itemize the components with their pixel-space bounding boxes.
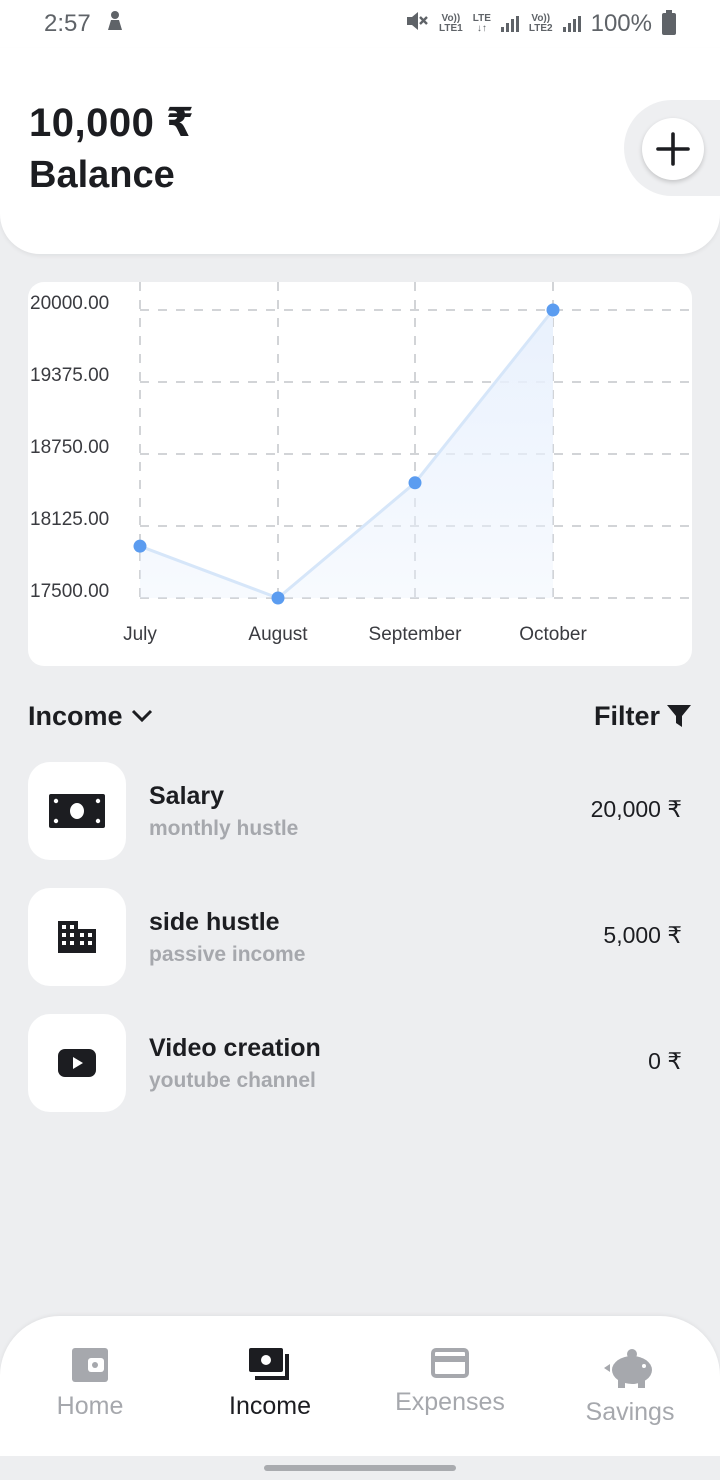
- item-amount: 0 ₹: [648, 1048, 682, 1074]
- item-amount: 5,000 ₹: [603, 922, 682, 948]
- item-title: Video creation: [149, 1033, 321, 1062]
- lte-label-bottom: ↓↑: [476, 23, 487, 34]
- y-tick-label: 17500.00: [30, 581, 109, 602]
- nav-savings[interactable]: Savings: [540, 1316, 720, 1456]
- bottom-navigation: Home Income Expenses Savings: [0, 1316, 720, 1456]
- item-icon-box: [28, 762, 126, 860]
- credit-card-icon: [431, 1348, 469, 1378]
- y-tick-label: 19375.00: [30, 365, 109, 386]
- y-tick-label: 20000.00: [30, 293, 109, 314]
- sim2-label-bottom: LTE2: [528, 23, 553, 34]
- add-tab: [624, 100, 720, 196]
- banknote-icon: [49, 794, 105, 828]
- plus-icon: [656, 132, 690, 166]
- category-dropdown[interactable]: Income: [28, 701, 153, 732]
- item-icon-box: [28, 888, 126, 986]
- add-button[interactable]: [642, 118, 704, 180]
- nav-income[interactable]: Income: [180, 1316, 360, 1456]
- data-point: [408, 476, 422, 490]
- item-icon-box: [28, 1014, 126, 1112]
- item-text: Salary monthly hustle: [149, 782, 298, 841]
- signal-sim1-icon: [500, 16, 519, 32]
- balance-card: 10,000 ₹ Balance: [0, 48, 720, 254]
- income-list: Salary monthly hustle 20,000 ₹ side hust…: [28, 762, 692, 1140]
- category-dropdown-label: Income: [28, 700, 123, 731]
- income-item-salary[interactable]: Salary monthly hustle 20,000 ₹: [28, 762, 692, 860]
- nav-expenses[interactable]: Expenses: [360, 1316, 540, 1456]
- mute-icon: [405, 10, 429, 39]
- x-tick-label: July: [123, 624, 157, 645]
- nav-home[interactable]: Home: [0, 1316, 180, 1456]
- status-bar: 2:57 Vo)) LTE1 LTE ↓↑ Vo)) LTE2 100%: [0, 0, 720, 48]
- x-tick-label: October: [519, 624, 587, 645]
- nav-label: Home: [56, 1392, 124, 1420]
- data-point: [546, 303, 560, 317]
- battery-icon: [662, 10, 676, 35]
- x-tick-label: August: [248, 624, 308, 645]
- chevron-down-icon: [131, 709, 152, 723]
- income-item-video-creation[interactable]: Video creation youtube channel 0 ₹: [28, 1014, 692, 1112]
- item-title: side hustle: [149, 907, 280, 936]
- section-header: Income Filter: [28, 696, 692, 736]
- nav-label: Income: [229, 1392, 311, 1420]
- notification-icon: [105, 10, 125, 39]
- status-right: Vo)) LTE1 LTE ↓↑ Vo)) LTE2 100%: [405, 10, 676, 39]
- item-subtitle: monthly hustle: [149, 816, 299, 840]
- wallet-icon: [72, 1348, 108, 1382]
- income-chart-card: 20000.00 19375.00 18750.00 18125.00 17500.00…: [28, 282, 692, 666]
- gesture-handle[interactable]: [264, 1465, 456, 1471]
- data-point: [271, 591, 285, 605]
- lte-label: LTE ↓↑: [473, 14, 491, 34]
- nav-label: Expenses: [395, 1388, 505, 1416]
- piggy-bank-icon: [604, 1349, 652, 1388]
- y-tick-label: 18125.00: [30, 509, 109, 530]
- item-text: Video creation youtube channel: [149, 1034, 321, 1093]
- y-tick-label: 18750.00: [30, 437, 109, 458]
- youtube-icon: [58, 1049, 96, 1077]
- balance-label: Balance: [29, 154, 175, 196]
- item-subtitle: youtube channel: [149, 1068, 316, 1092]
- x-tick-label: September: [369, 624, 463, 645]
- payments-icon: [249, 1348, 289, 1380]
- item-text: side hustle passive income: [149, 908, 305, 967]
- item-title: Salary: [149, 781, 225, 810]
- building-icon: [58, 921, 96, 953]
- item-subtitle: passive income: [149, 942, 306, 966]
- balance-amount: 10,000 ₹: [29, 101, 195, 145]
- sim1-label-bottom: LTE1: [439, 23, 463, 34]
- income-item-side-hustle[interactable]: side hustle passive income 5,000 ₹: [28, 888, 692, 986]
- sim2-volte-label: Vo)) LTE2: [529, 14, 553, 34]
- filter-button[interactable]: Filter: [594, 701, 692, 732]
- sim1-volte-label: Vo)) LTE1: [439, 14, 463, 34]
- status-time: 2:57: [44, 10, 91, 37]
- status-left: 2:57: [44, 10, 125, 39]
- filter-label: Filter: [593, 700, 660, 731]
- signal-sim2-icon: [562, 16, 581, 32]
- nav-label: Savings: [585, 1398, 675, 1426]
- income-line-chart: 20000.00 19375.00 18750.00 18125.00 17500.00…: [30, 282, 690, 645]
- funnel-icon: [667, 705, 691, 727]
- item-amount: 20,000 ₹: [590, 796, 682, 822]
- data-point: [133, 539, 147, 553]
- battery-percent: 100%: [590, 10, 652, 37]
